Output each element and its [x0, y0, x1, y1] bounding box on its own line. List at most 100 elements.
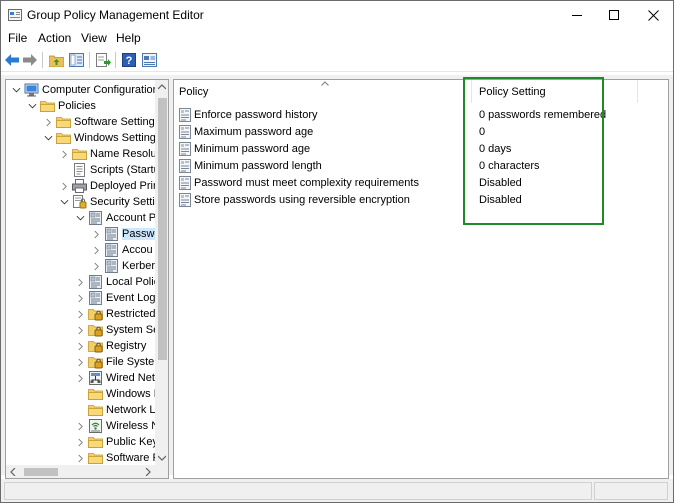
chevron-right-icon[interactable] [75, 306, 85, 322]
tree-scroll-thumb[interactable] [158, 98, 167, 360]
properties-button[interactable] [141, 52, 157, 68]
tree-item[interactable]: Windows I [75, 386, 157, 402]
status-cell-main [4, 482, 592, 500]
policy-row[interactable]: Password must meet complexity requiremen… [179, 174, 419, 191]
chevron-right-icon[interactable] [75, 418, 85, 434]
tree-item[interactable]: Restricted [75, 306, 156, 322]
tree-item-label: Restricted [106, 308, 156, 320]
menu-help[interactable]: Help [116, 31, 141, 45]
close-button[interactable] [630, 1, 674, 29]
menu-file[interactable]: File [8, 31, 27, 45]
export-list-button[interactable] [95, 52, 111, 68]
tree-item[interactable]: Name Resolut [59, 146, 160, 162]
tree-item[interactable]: Network L [75, 402, 156, 418]
policy-row[interactable]: Enforce password history [179, 106, 318, 123]
chevron-down-icon[interactable] [43, 130, 53, 146]
chevron-right-icon[interactable] [75, 274, 85, 290]
scroll-left-icon[interactable] [10, 468, 16, 476]
tree-item[interactable]: Public Key [75, 434, 158, 450]
policy-name: Password must meet complexity requiremen… [194, 176, 419, 189]
tree-item[interactable]: Accou [91, 242, 153, 258]
policy-setting-icon [179, 141, 191, 156]
tree-item[interactable]: Wired Net [75, 370, 155, 386]
tree-item[interactable]: Kerber [91, 258, 155, 274]
tree-horizontal-scrollbar[interactable] [6, 465, 155, 478]
chevron-down-icon[interactable] [11, 82, 21, 98]
tree-item[interactable]: Scripts (Startu [59, 162, 160, 178]
tree-item[interactable]: Passwo [91, 226, 161, 242]
back-arrow-icon [5, 54, 19, 66]
menu-view[interactable]: View [81, 31, 107, 45]
chevron-right-icon[interactable] [75, 450, 85, 466]
tree-hscroll-thumb[interactable] [24, 468, 58, 476]
tree-vertical-scrollbar[interactable] [155, 80, 168, 465]
tree-item-label: Computer Configuration [42, 84, 159, 96]
back-button[interactable] [4, 52, 20, 68]
chevron-down-icon[interactable] [59, 194, 69, 210]
lock-folder-icon [88, 323, 103, 337]
scroll-down-icon[interactable] [158, 455, 166, 461]
title-bar: Group Policy Management Editor [1, 1, 673, 29]
show-hide-tree-button[interactable] [68, 52, 84, 68]
chevron-right-icon[interactable] [59, 178, 69, 194]
tree-item-label: Scripts (Startu [90, 164, 160, 176]
chevron-right-icon[interactable] [75, 434, 85, 450]
tree-item-label: Software Settings [74, 116, 161, 128]
chevron-down-icon[interactable] [75, 210, 85, 226]
chevron-right-icon[interactable] [91, 242, 101, 258]
policy-name: Minimum password age [194, 142, 311, 155]
chevron-right-icon[interactable] [75, 370, 85, 386]
tree-item[interactable]: Local Polic [75, 274, 159, 290]
chevron-down-icon[interactable] [27, 98, 37, 114]
help-button[interactable]: ? [121, 52, 137, 68]
column-divider[interactable] [637, 80, 638, 103]
tree-item-label: Registry [106, 340, 147, 352]
chevron-right-icon[interactable] [75, 354, 85, 370]
up-level-button[interactable] [48, 52, 64, 68]
scroll-up-icon[interactable] [158, 84, 166, 90]
policy-row[interactable]: Minimum password length [179, 157, 322, 174]
forward-button[interactable] [22, 52, 38, 68]
policy-row[interactable]: Minimum password age [179, 140, 310, 157]
tree-item[interactable]: Policies [27, 98, 96, 114]
chevron-right-icon[interactable] [43, 114, 53, 130]
scroll-right-icon[interactable] [145, 468, 151, 476]
security-icon [72, 195, 87, 209]
tree-item[interactable]: Security Settin [59, 194, 161, 210]
tree-item[interactable]: System Se [75, 322, 159, 338]
tree-item[interactable]: Windows Settings [43, 130, 161, 146]
tree-item[interactable]: Computer Configuration [11, 82, 159, 98]
chevron-right-icon[interactable] [59, 146, 69, 162]
menu-action[interactable]: Action [38, 31, 71, 45]
tree-item[interactable]: Software R [75, 450, 160, 466]
chevron-right-icon[interactable] [75, 338, 85, 354]
details-pane[interactable]: Policy Policy Setting Enforce password h… [173, 77, 669, 479]
chevron-right-icon[interactable] [91, 258, 101, 274]
tree-item-label: Event Log [106, 292, 156, 304]
tree-item[interactable]: Deployed Prin [59, 178, 159, 194]
network-icon [88, 371, 103, 385]
policy-setting-icon [179, 158, 191, 173]
tree-item[interactable]: Event Log [75, 290, 156, 306]
policy-row[interactable]: Maximum password age [179, 123, 313, 140]
tree-item[interactable]: File System [75, 354, 163, 370]
policy-book-icon [104, 227, 119, 241]
tree-item[interactable]: Registry [75, 338, 146, 354]
folder-icon [88, 435, 103, 449]
chevron-right-icon[interactable] [91, 226, 101, 242]
console-tree[interactable]: Computer Configuration Policies Software S… [5, 79, 169, 479]
folder-icon [56, 115, 71, 129]
maximize-icon [609, 10, 619, 20]
chevron-right-icon[interactable] [75, 290, 85, 306]
chevron-right-icon[interactable] [75, 322, 85, 338]
tree-item-label: Software R [106, 452, 161, 464]
folder-icon [56, 131, 71, 145]
column-header-policy[interactable]: Policy [179, 80, 459, 103]
policy-row[interactable]: Store passwords using reversible encrypt… [179, 191, 410, 208]
policy-name: Maximum password age [194, 125, 314, 138]
tree-item[interactable]: Wireless N [75, 418, 159, 434]
tree-item[interactable]: Account P [75, 210, 156, 226]
tree-item[interactable]: Software Settings [43, 114, 160, 130]
